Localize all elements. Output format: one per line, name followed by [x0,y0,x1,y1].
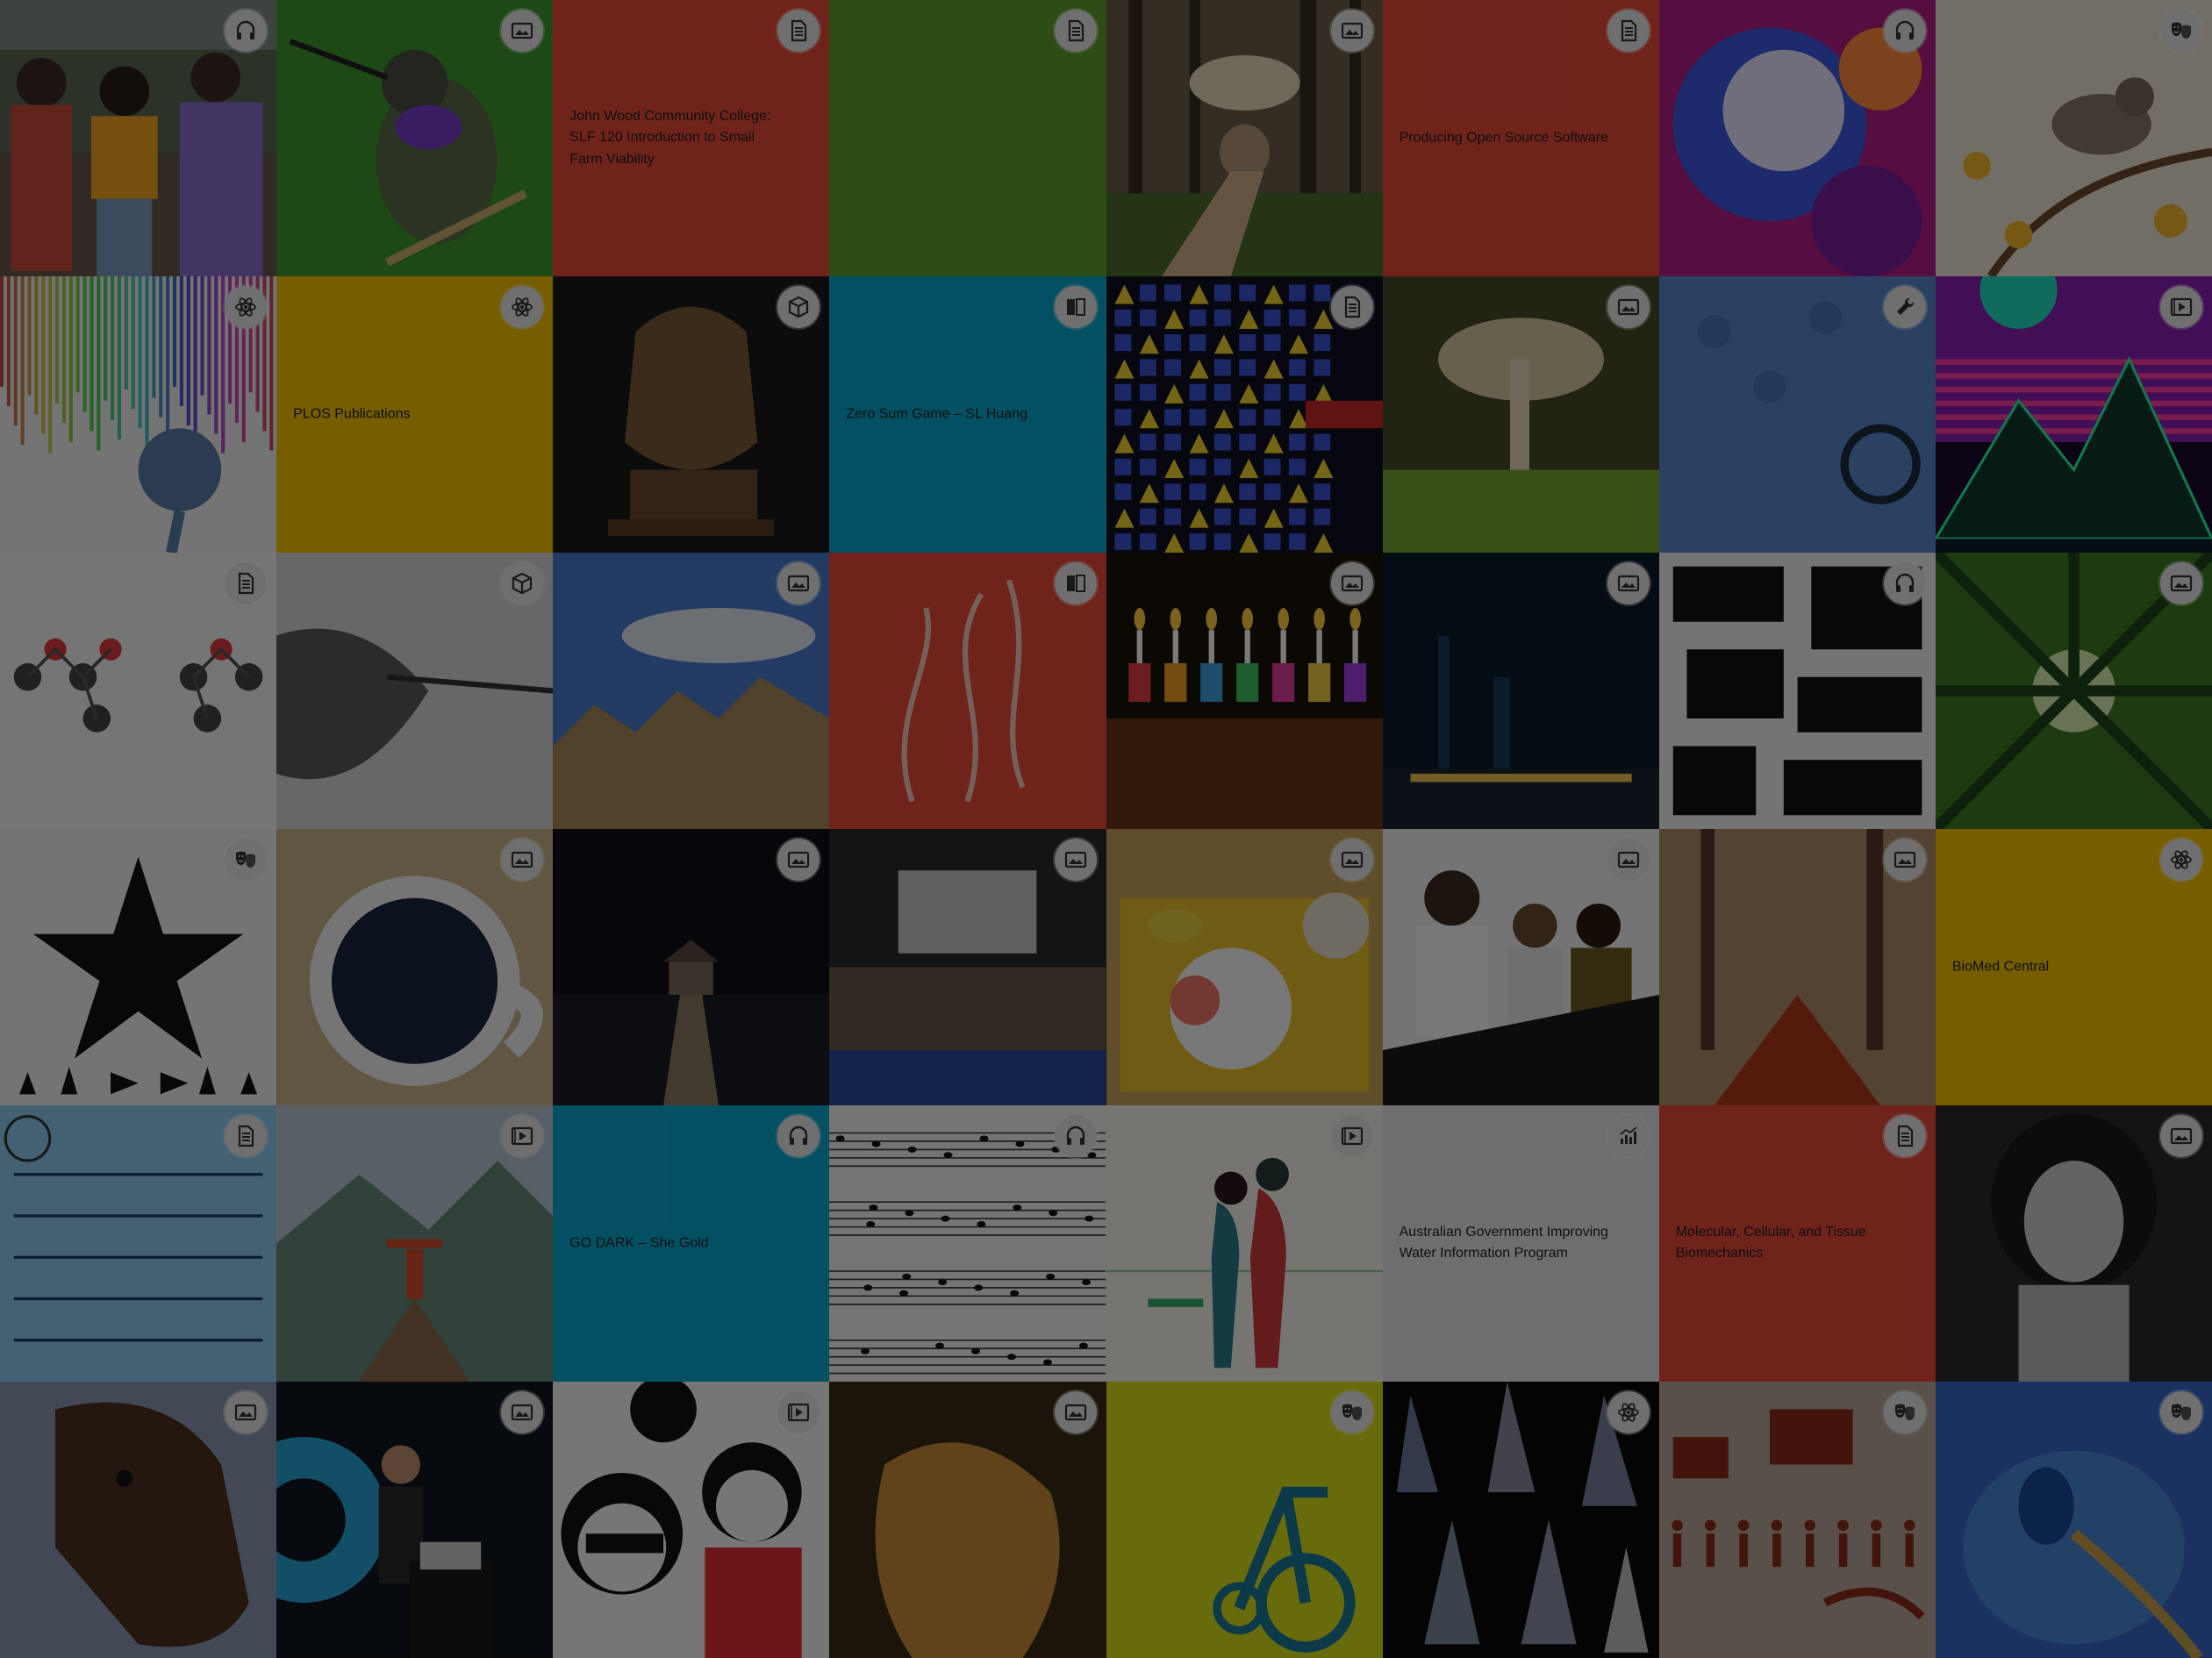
media-tile[interactable] [1382,1382,1659,1658]
media-tile[interactable] [829,0,1106,276]
wrench-icon [1883,286,1926,328]
image-icon [2160,1115,2202,1157]
text-icon [1330,286,1373,328]
media-tile[interactable] [1106,829,1383,1105]
audio-icon [1883,10,1926,52]
media-tile[interactable]: Molecular, Cellular, and Tissue Biomecha… [1658,1105,1936,1382]
media-tile[interactable] [0,276,277,553]
media-tile[interactable]: Zero Sum Game – SL Huang [829,276,1106,553]
chart-icon [1607,1115,1650,1157]
media-tile[interactable] [1658,0,1936,276]
text-icon [1607,10,1650,52]
media-tile[interactable] [829,829,1106,1105]
science-icon [2160,839,2202,881]
media-grid: John Wood Community College: SLF 120 Int… [0,0,2212,1658]
media-tile[interactable] [276,553,554,829]
tile-title: PLOS Publications [293,406,411,422]
media-tile[interactable] [553,276,830,553]
media-tile[interactable] [1658,1382,1936,1658]
tile-title: BioMed Central [1951,959,2050,975]
tile-title: GO DARK – She Gold [569,1235,709,1251]
media-tile[interactable] [1658,553,1936,829]
audio-icon [1883,562,1926,604]
science-icon [1607,1391,1650,1433]
media-tile[interactable] [1382,276,1659,553]
theater-icon [1883,1391,1926,1433]
theater-icon [225,839,268,881]
media-tile[interactable]: Producing Open Source Software [1382,0,1659,276]
image-icon [225,1391,268,1433]
media-tile[interactable]: PLOS Publications [276,276,554,553]
text-icon [1054,10,1097,52]
media-tile[interactable] [829,1105,1106,1382]
image-icon [1330,10,1373,52]
media-tile[interactable] [553,829,830,1105]
media-tile[interactable] [553,1382,830,1658]
science-icon [225,286,268,328]
media-tile[interactable] [1106,276,1383,553]
media-tile[interactable] [0,1105,277,1382]
image-icon [1054,839,1097,881]
image-icon [501,10,544,52]
audio-icon [225,10,268,52]
image-icon [2160,562,2202,604]
media-tile[interactable] [276,829,554,1105]
image-icon [1607,839,1650,881]
image-icon [1054,1391,1097,1433]
media-tile[interactable] [1935,553,2212,829]
media-tile[interactable] [1935,276,2212,553]
media-tile[interactable] [276,1105,554,1382]
media-tile[interactable] [829,1382,1106,1658]
media-tile[interactable] [1106,0,1383,276]
video-icon [1330,1115,1373,1157]
media-tile[interactable]: BioMed Central [1935,829,2212,1105]
media-tile[interactable]: Australian Government Improving Water In… [1382,1105,1659,1382]
media-tile[interactable] [0,0,277,276]
video-icon [501,1115,544,1157]
video-icon [2160,286,2202,328]
media-tile[interactable] [1106,553,1383,829]
image-icon [1883,839,1926,881]
image-icon [1330,839,1373,881]
tile-title: Zero Sum Game – SL Huang [846,406,1027,422]
tile-title: John Wood Community College: SLF 120 Int… [569,108,771,167]
media-tile[interactable] [553,553,830,829]
media-tile[interactable] [1658,829,1936,1105]
tile-title: Molecular, Cellular, and Tissue Biomecha… [1675,1224,1866,1261]
media-tile[interactable] [0,1382,277,1658]
image-icon [1607,286,1650,328]
cube-icon [501,562,544,604]
media-tile[interactable] [1382,829,1659,1105]
image-icon [501,1391,544,1433]
image-icon [501,839,544,881]
media-tile[interactable] [1658,276,1936,553]
media-tile[interactable] [0,553,277,829]
theater-icon [2160,10,2202,52]
audio-icon [1054,1115,1097,1157]
media-tile[interactable] [276,0,554,276]
text-icon [1883,1115,1926,1157]
media-tile[interactable] [1935,1382,2212,1658]
media-tile[interactable] [829,553,1106,829]
media-tile[interactable] [1935,0,2212,276]
theater-icon [2160,1391,2202,1433]
media-tile[interactable]: GO DARK – She Gold [553,1105,830,1382]
image-icon [1330,562,1373,604]
media-tile[interactable]: John Wood Community College: SLF 120 Int… [553,0,830,276]
image-icon [1607,562,1650,604]
tile-title: Producing Open Source Software [1399,130,1608,146]
media-tile[interactable] [1382,553,1659,829]
book-icon [1054,562,1097,604]
media-tile[interactable] [276,1382,554,1658]
text-icon [225,1115,268,1157]
text-icon [225,562,268,604]
theater-icon [1330,1391,1373,1433]
media-tile[interactable] [0,829,277,1105]
media-tile[interactable] [1106,1105,1383,1382]
science-icon [501,286,544,328]
media-tile[interactable] [1935,1105,2212,1382]
book-icon [1054,286,1097,328]
tile-title: Australian Government Improving Water In… [1399,1224,1608,1261]
media-tile[interactable] [1106,1382,1383,1658]
